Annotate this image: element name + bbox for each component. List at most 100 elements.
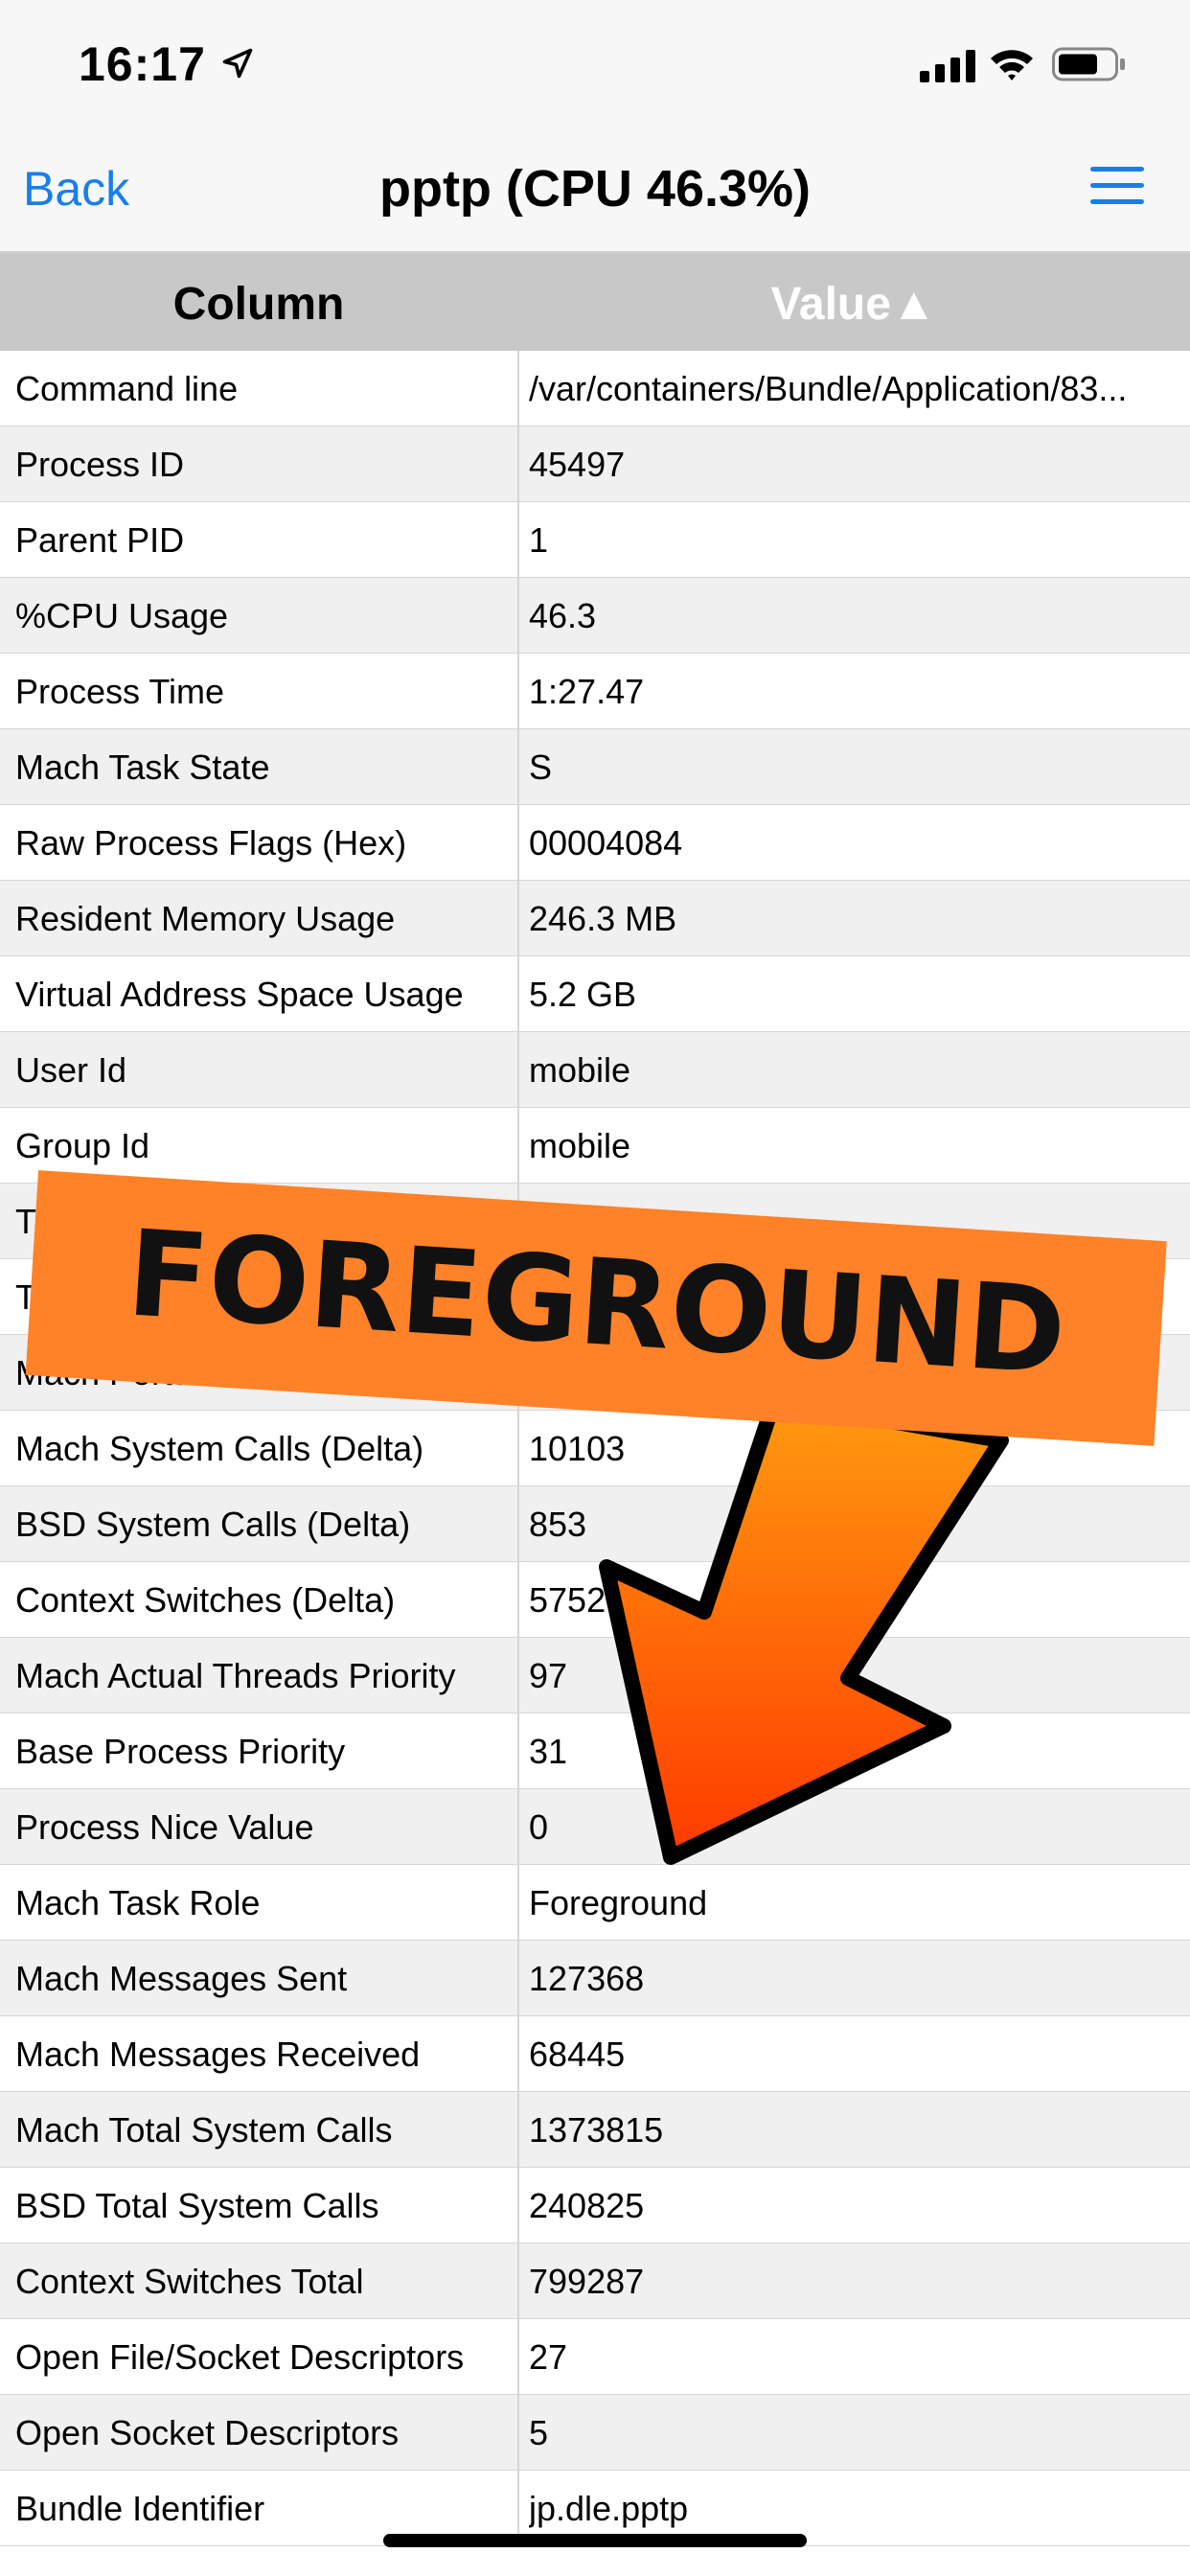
column-divider [517, 502, 519, 578]
table-row[interactable]: Th [0, 1259, 1190, 1335]
table-row[interactable]: Mach Task Role Foreground [0, 1865, 1190, 1941]
column-divider [517, 426, 519, 502]
hamburger-menu-icon[interactable] [1090, 163, 1144, 209]
column-header[interactable]: Column [0, 278, 517, 331]
location-arrow-icon [222, 48, 253, 79]
row-column-label: Process Nice Value [15, 1807, 314, 1847]
row-column-label: Mach System Calls (Delta) [15, 1429, 424, 1468]
table-row[interactable]: Mach Task State S [0, 729, 1190, 805]
row-column-label: Mach Ports [15, 1353, 191, 1392]
table-row[interactable]: Mach Messages Sent 127368 [0, 1941, 1190, 2016]
table-row[interactable]: Context Switches Total 799287 [0, 2243, 1190, 2319]
value-header-sorted[interactable]: Value▲ [517, 278, 1190, 331]
status-time: 16:17 [79, 37, 206, 91]
row-value [529, 1184, 1182, 1259]
row-value: /var/containers/Bundle/Application/83... [529, 369, 1128, 408]
column-divider [517, 1486, 519, 1562]
column-divider [517, 956, 519, 1032]
row-value [529, 1259, 1182, 1335]
row-value: 356 [529, 1353, 587, 1392]
column-divider [517, 351, 519, 426]
table-row[interactable]: BSD System Calls (Delta) 853 [0, 1486, 1190, 1562]
row-value: 45497 [529, 445, 626, 484]
row-column-label: Process ID [15, 445, 185, 484]
column-divider [517, 1714, 519, 1789]
row-value: 27 [529, 2337, 568, 2377]
row-column-label: Open Socket Descriptors [15, 2413, 400, 2452]
column-divider [517, 1032, 519, 1108]
home-indicator[interactable] [383, 2534, 807, 2547]
row-value: 46.3 [529, 596, 597, 635]
table-row[interactable]: %CPU Usage 46.3 [0, 578, 1190, 654]
column-divider [517, 1865, 519, 1941]
table-row[interactable]: Command line/var/containers/Bundle/Appli… [0, 351, 1190, 426]
table-header: Column Value▲ [0, 253, 1190, 351]
row-value: 1:27.47 [529, 672, 645, 711]
row-value: mobile [529, 1126, 631, 1165]
column-divider [517, 2395, 519, 2471]
table-row[interactable]: Open Socket Descriptors 5 [0, 2395, 1190, 2471]
table-row[interactable]: Group Id mobile [0, 1108, 1190, 1184]
row-value: 5 [529, 2413, 549, 2452]
row-value: 10103 [529, 1429, 626, 1468]
row-value: 5.2 GB [529, 975, 637, 1014]
row-column-label: Mach Task Role [15, 1883, 261, 1922]
table-row[interactable]: Context Switches (Delta) 5752 [0, 1562, 1190, 1638]
status-bar: 16:17 [0, 0, 1190, 126]
table-row[interactable]: BSD Total System Calls 240825 [0, 2168, 1190, 2243]
row-value: 246.3 MB [529, 899, 677, 938]
row-column-label: Command line [15, 369, 239, 408]
column-divider [517, 2243, 519, 2319]
column-divider [517, 1259, 519, 1335]
table-row[interactable]: Mach Ports 356 [0, 1335, 1190, 1411]
row-column-label: Mach Messages Sent [15, 1959, 348, 1998]
row-column-label: Virtual Address Space Usage [15, 975, 464, 1014]
row-column-label: Raw Process Flags (Hex) [15, 823, 407, 862]
table-row[interactable]: Parent PID 1 [0, 502, 1190, 578]
table-row[interactable]: Mach Actual Threads Priority 97 [0, 1638, 1190, 1714]
process-details-table: Command line/var/containers/Bundle/Appli… [0, 351, 1190, 2546]
row-value: 799287 [529, 2262, 645, 2301]
column-divider [517, 1789, 519, 1865]
table-row[interactable]: Base Process Priority 31 [0, 1714, 1190, 1789]
row-column-label: T [15, 1202, 36, 1241]
row-column-label: Base Process Priority [15, 1732, 346, 1771]
row-value: 1 [529, 520, 549, 560]
row-column-label: Open File/Socket Descriptors [15, 2337, 465, 2377]
row-value: 68445 [529, 2035, 626, 2074]
row-column-label: Mach Task State [15, 748, 270, 787]
wifi-icon [991, 50, 1033, 80]
table-row[interactable]: Mach Messages Received 68445 [0, 2016, 1190, 2092]
row-value: 853 [529, 1505, 587, 1544]
column-divider [517, 1562, 519, 1638]
row-value: 240825 [529, 2186, 645, 2225]
column-divider [517, 805, 519, 881]
column-divider [517, 2092, 519, 2168]
table-row[interactable]: Process ID 45497 [0, 426, 1190, 502]
table-row[interactable]: Mach Total System Calls 1373815 [0, 2092, 1190, 2168]
row-value: 127368 [529, 1959, 645, 1998]
row-column-label: Resident Memory Usage [15, 899, 396, 938]
row-column-label: Context Switches (Delta) [15, 1580, 396, 1620]
column-divider [517, 1411, 519, 1486]
column-divider [517, 578, 519, 654]
table-row[interactable]: Resident Memory Usage 246.3 MB [0, 881, 1190, 956]
row-value: 97 [529, 1656, 568, 1695]
row-column-label: Mach Actual Threads Priority [15, 1656, 456, 1695]
table-row[interactable]: Mach System Calls (Delta) 10103 [0, 1411, 1190, 1486]
row-column-label: Mach Total System Calls [15, 2110, 393, 2150]
table-row[interactable]: Virtual Address Space Usage 5.2 GB [0, 956, 1190, 1032]
navigation-bar: Back pptp (CPU 46.3%) [0, 126, 1190, 253]
column-divider [517, 729, 519, 805]
column-divider [517, 2168, 519, 2243]
table-row[interactable]: User Id mobile [0, 1032, 1190, 1108]
table-row[interactable]: Raw Process Flags (Hex) 00004084 [0, 805, 1190, 881]
table-row[interactable]: T [0, 1184, 1190, 1259]
row-column-label: User Id [15, 1050, 127, 1090]
column-divider [517, 2319, 519, 2395]
column-divider [517, 1638, 519, 1714]
table-row[interactable]: Process Nice Value 0 [0, 1789, 1190, 1865]
table-row[interactable]: Process Time 1:27.47 [0, 654, 1190, 729]
row-value: Foreground [529, 1883, 708, 1922]
table-row[interactable]: Open File/Socket Descriptors 27 [0, 2319, 1190, 2395]
